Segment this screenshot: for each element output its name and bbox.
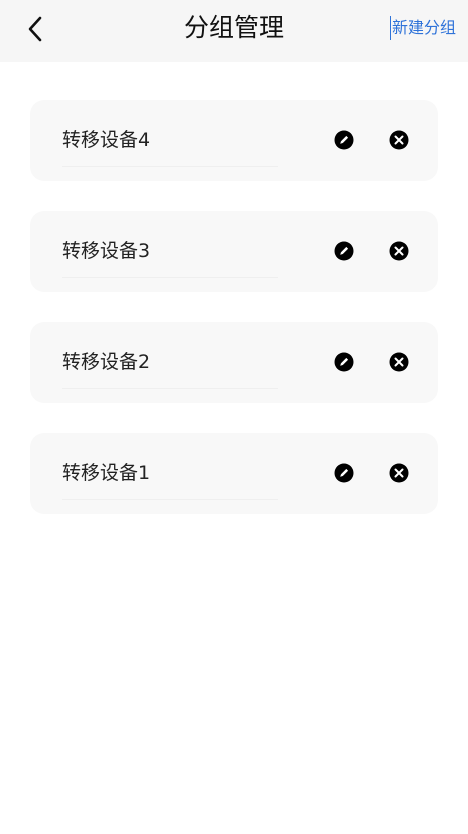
- pencil-icon: [334, 241, 354, 261]
- close-circle-icon: [389, 352, 409, 372]
- divider: [62, 388, 278, 389]
- group-card: 转移设备2: [30, 322, 438, 403]
- group-name: 转移设备4: [62, 129, 151, 151]
- divider: [62, 499, 278, 500]
- edit-button[interactable]: [334, 130, 354, 150]
- close-circle-icon: [389, 130, 409, 150]
- delete-button[interactable]: [389, 352, 409, 372]
- delete-button[interactable]: [389, 130, 409, 150]
- group-name: 转移设备3: [62, 240, 151, 262]
- pencil-icon: [334, 352, 354, 372]
- divider: [62, 277, 278, 278]
- header-bar: 分组管理 新建分组: [0, 0, 468, 62]
- group-card: 转移设备4: [30, 100, 438, 181]
- new-group-button[interactable]: 新建分组: [389, 16, 456, 40]
- pencil-icon: [334, 130, 354, 150]
- pencil-icon: [334, 463, 354, 483]
- edit-button[interactable]: [334, 352, 354, 372]
- close-circle-icon: [389, 241, 409, 261]
- edit-button[interactable]: [334, 463, 354, 483]
- group-list: 转移设备4 转移设备3 转移设备2 转移设备1: [30, 100, 438, 544]
- edit-button[interactable]: [334, 241, 354, 261]
- group-name: 转移设备1: [62, 462, 151, 484]
- delete-button[interactable]: [389, 241, 409, 261]
- close-circle-icon: [389, 463, 409, 483]
- divider: [62, 166, 278, 167]
- group-card: 转移设备3: [30, 211, 438, 292]
- delete-button[interactable]: [389, 463, 409, 483]
- group-card: 转移设备1: [30, 433, 438, 514]
- group-name: 转移设备2: [62, 351, 151, 373]
